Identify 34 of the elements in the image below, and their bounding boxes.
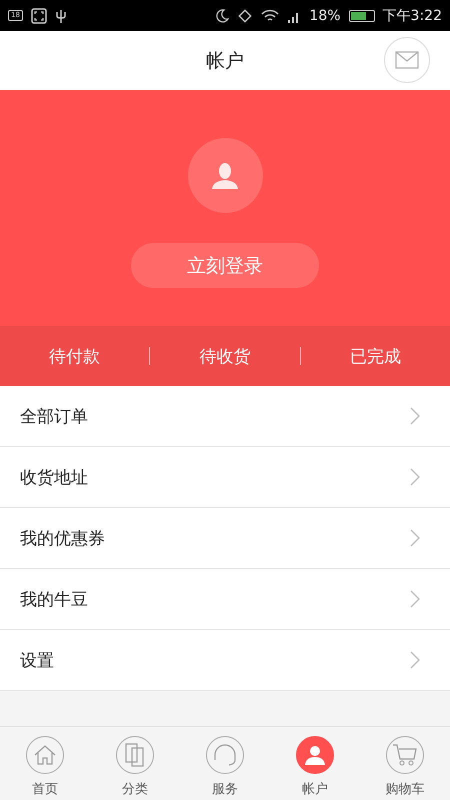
menu-item[interactable]: 收货地址 bbox=[0, 447, 450, 508]
envelope-icon bbox=[395, 51, 419, 69]
cards-icon bbox=[125, 743, 145, 767]
menu-item[interactable]: 我的优惠券 bbox=[0, 508, 450, 569]
nav-tab[interactable]: 首页 bbox=[0, 727, 90, 800]
battery-percent: 18% bbox=[309, 8, 341, 24]
chevron-right-icon bbox=[410, 468, 420, 486]
chevron-right-icon bbox=[410, 407, 420, 425]
message-button[interactable] bbox=[384, 37, 430, 83]
nav-tab[interactable]: 帐户 bbox=[270, 727, 360, 800]
usb-icon bbox=[54, 8, 67, 24]
menu-item[interactable]: 设置 bbox=[0, 630, 450, 691]
battery-icon bbox=[348, 10, 375, 22]
order-status-tab[interactable]: 已完成 bbox=[300, 326, 450, 386]
order-status-tab[interactable]: 待收货 bbox=[150, 326, 300, 386]
nav-tab[interactable]: 分类 bbox=[90, 727, 180, 800]
menu-item[interactable]: 全部订单 bbox=[0, 386, 450, 447]
person-icon bbox=[304, 744, 326, 766]
screenshot-icon bbox=[30, 8, 47, 24]
wifi-icon bbox=[261, 8, 280, 22]
clock: 下午3:22 bbox=[382, 6, 442, 24]
rotation-icon bbox=[237, 8, 254, 24]
cart-icon bbox=[392, 743, 418, 767]
order-status-tab[interactable]: 待付款 bbox=[0, 326, 150, 386]
chevron-right-icon bbox=[410, 651, 420, 669]
home-icon bbox=[34, 745, 56, 765]
nav-tab[interactable]: 购物车 bbox=[360, 727, 450, 800]
moon-icon bbox=[215, 8, 230, 22]
page-title: 帐户 bbox=[206, 48, 244, 74]
nav-tab[interactable]: 服务 bbox=[180, 727, 270, 800]
menu-item[interactable]: 我的牛豆 bbox=[0, 569, 450, 630]
headset-icon bbox=[212, 743, 238, 767]
chevron-right-icon bbox=[410, 590, 420, 608]
chevron-right-icon bbox=[410, 529, 420, 547]
